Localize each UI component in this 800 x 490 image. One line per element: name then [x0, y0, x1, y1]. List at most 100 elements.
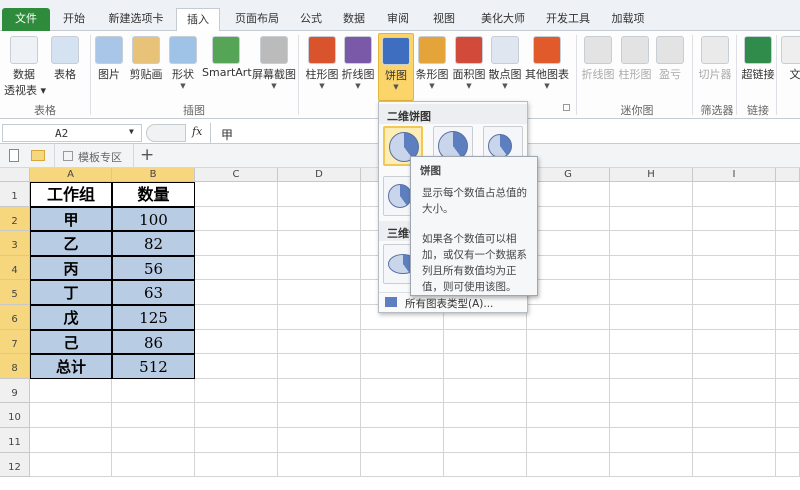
ribbon-button-sparkline-winloss[interactable]: 盈亏: [654, 33, 686, 82]
cell[interactable]: [693, 428, 776, 453]
cell[interactable]: [610, 378, 693, 404]
new-file-icon[interactable]: [9, 149, 19, 162]
cell[interactable]: [278, 206, 361, 232]
cell[interactable]: [693, 378, 776, 404]
dialog-launcher-icon[interactable]: [563, 104, 570, 111]
cell[interactable]: [444, 403, 527, 428]
cell[interactable]: [278, 378, 361, 404]
tab-6[interactable]: 数据: [334, 8, 374, 31]
cell[interactable]: [527, 354, 610, 379]
tab-9[interactable]: 美化大师: [472, 8, 534, 31]
select-all-corner[interactable]: [0, 168, 30, 182]
tab-5[interactable]: 公式: [292, 8, 330, 31]
add-tab-button[interactable]: +: [140, 145, 154, 165]
cell[interactable]: [195, 182, 278, 207]
cell[interactable]: [444, 378, 527, 404]
row-header-3[interactable]: 3: [0, 231, 30, 256]
cell[interactable]: [527, 403, 610, 428]
row-header-6[interactable]: 6: [0, 305, 30, 330]
cell[interactable]: [693, 452, 776, 478]
cell[interactable]: [610, 329, 693, 355]
cell[interactable]: [278, 452, 361, 478]
cell[interactable]: [693, 354, 776, 379]
cell[interactable]: [195, 231, 278, 256]
row-header-9[interactable]: 9: [0, 378, 30, 404]
cell[interactable]: [444, 452, 527, 478]
ribbon-button-hyperlink[interactable]: 超链接: [740, 33, 776, 82]
chevron-down-icon[interactable]: ▼: [129, 127, 134, 136]
cell[interactable]: [195, 428, 278, 453]
column-header-extra[interactable]: [776, 168, 800, 182]
cell[interactable]: [278, 255, 361, 281]
cell[interactable]: [195, 378, 278, 404]
cell[interactable]: [776, 403, 800, 428]
ribbon-button-pie-chart[interactable]: 饼图 ▼: [378, 33, 414, 101]
cell[interactable]: [693, 280, 776, 305]
name-box[interactable]: A2 ▼: [2, 124, 142, 142]
table-cell[interactable]: 乙: [30, 231, 112, 256]
cell[interactable]: [527, 305, 610, 330]
cell[interactable]: [527, 329, 610, 355]
cell[interactable]: [693, 182, 776, 207]
cell[interactable]: [693, 403, 776, 428]
tab-8[interactable]: 视图: [420, 8, 468, 31]
cell[interactable]: [527, 280, 610, 305]
cell[interactable]: [112, 428, 195, 453]
cell[interactable]: [527, 255, 610, 281]
ribbon-button-smartart[interactable]: SmartArt: [202, 33, 252, 79]
cell[interactable]: [195, 280, 278, 305]
cell[interactable]: [527, 452, 610, 478]
cell[interactable]: [776, 378, 800, 404]
cell[interactable]: [30, 403, 112, 428]
cell[interactable]: [776, 305, 800, 330]
cell[interactable]: [610, 452, 693, 478]
row-header-11[interactable]: 11: [0, 428, 30, 453]
cell[interactable]: [278, 329, 361, 355]
cell[interactable]: [776, 428, 800, 453]
column-header-D[interactable]: D: [278, 168, 361, 182]
cell[interactable]: [610, 182, 693, 207]
cell[interactable]: [527, 378, 610, 404]
cell[interactable]: [610, 280, 693, 305]
cell[interactable]: [112, 452, 195, 478]
cell[interactable]: [610, 231, 693, 256]
cell[interactable]: [444, 354, 527, 379]
ribbon-button-shapes[interactable]: 形状 ▼: [166, 33, 200, 90]
function-icon[interactable]: fx: [192, 125, 202, 138]
ribbon-button-table[interactable]: 表格: [48, 33, 82, 82]
cell[interactable]: [195, 206, 278, 232]
row-header-10[interactable]: 10: [0, 403, 30, 428]
column-header-H[interactable]: H: [610, 168, 693, 182]
table-cell[interactable]: 86: [112, 329, 195, 355]
ribbon-button-slicer[interactable]: 切片器: [695, 33, 735, 82]
table-cell[interactable]: 125: [112, 305, 195, 330]
ribbon-button-line-chart[interactable]: 折线图 ▼: [340, 33, 376, 90]
row-header-7[interactable]: 7: [0, 329, 30, 355]
tab-10[interactable]: 开发工具: [538, 8, 598, 31]
row-header-2[interactable]: 2: [0, 206, 30, 232]
tab-1[interactable]: 开始: [52, 8, 96, 31]
table-cell[interactable]: 工作组: [30, 182, 112, 207]
zoom-slider-knob[interactable]: [146, 124, 186, 142]
table-cell[interactable]: 总计: [30, 354, 112, 379]
cell[interactable]: [444, 428, 527, 453]
column-header-I[interactable]: I: [693, 168, 776, 182]
tab-3[interactable]: 插入: [176, 8, 220, 31]
row-header-8[interactable]: 8: [0, 354, 30, 379]
cell[interactable]: [776, 231, 800, 256]
cell[interactable]: [693, 305, 776, 330]
row-header-5[interactable]: 5: [0, 280, 30, 305]
cell[interactable]: [361, 378, 444, 404]
cell[interactable]: [195, 305, 278, 330]
ribbon-button-scatter-chart[interactable]: 散点图 ▼: [487, 33, 523, 90]
cell[interactable]: [693, 206, 776, 232]
cell[interactable]: [776, 329, 800, 355]
ribbon-button-pivot-table[interactable]: 数据 透视表 ▾: [4, 33, 46, 98]
ribbon-button-picture[interactable]: 图片: [94, 33, 124, 82]
cell[interactable]: [610, 305, 693, 330]
row-header-12[interactable]: 12: [0, 452, 30, 478]
cell[interactable]: [610, 403, 693, 428]
cell[interactable]: [361, 403, 444, 428]
cell[interactable]: [776, 452, 800, 478]
table-cell[interactable]: 丁: [30, 280, 112, 305]
